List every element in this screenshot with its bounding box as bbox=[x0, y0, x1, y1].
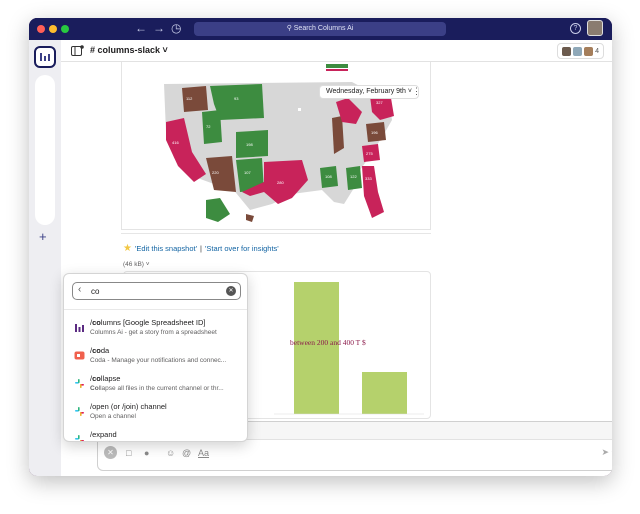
minimize-window-dot[interactable] bbox=[49, 25, 57, 33]
channel-header: # columns-slack ˅ 4 bbox=[61, 40, 612, 62]
command-search-query[interactable]: co bbox=[91, 287, 99, 296]
state-value-label: 112 bbox=[186, 96, 193, 101]
state-value-label: 280 bbox=[277, 180, 284, 185]
sidebar-toggle-icon[interactable] bbox=[71, 45, 84, 57]
search-icon: ⚲ bbox=[286, 25, 294, 32]
link-separator: | bbox=[200, 244, 202, 253]
command-description: Coda - Manage your notifications and con… bbox=[90, 357, 227, 364]
back-chevron-icon[interactable]: ‹ bbox=[78, 284, 81, 295]
coda-app-icon bbox=[74, 351, 85, 360]
state-az bbox=[206, 156, 236, 192]
state-value-label: 333 bbox=[365, 176, 372, 181]
mention-icon[interactable]: @ bbox=[182, 448, 191, 458]
history-clock-icon[interactable]: ◷ bbox=[171, 21, 181, 35]
legend-swatch bbox=[326, 64, 348, 68]
clear-search-icon[interactable]: ✕ bbox=[226, 286, 236, 296]
command-description: Open a channel bbox=[90, 413, 136, 420]
start-over-link[interactable]: 'Start over for insights' bbox=[205, 244, 279, 253]
state-value-label: 198 bbox=[246, 142, 253, 147]
state-value-label: 196 bbox=[371, 130, 378, 135]
state-value-label: 416 bbox=[172, 140, 179, 145]
state-fl bbox=[362, 166, 384, 218]
workspace-sidebar: + bbox=[29, 40, 61, 476]
command-title: /columns [Google Spreadsheet ID] bbox=[90, 318, 206, 327]
command-search-field[interactable]: ‹ co ✕ bbox=[72, 282, 241, 300]
state-value-label: 72 bbox=[206, 124, 211, 129]
command-description: Collapse all files in the current channe… bbox=[90, 385, 224, 392]
member-avatar bbox=[562, 46, 572, 56]
add-workspace-plus-icon[interactable]: + bbox=[39, 229, 47, 244]
star-icon: ★ bbox=[123, 243, 132, 254]
state-value-label: 275 bbox=[366, 151, 373, 156]
state-ak bbox=[206, 198, 230, 222]
command-title: /collapse bbox=[90, 374, 121, 383]
microphone-icon[interactable]: ● bbox=[144, 448, 149, 458]
search-placeholder: Search Columns Ai bbox=[293, 25, 354, 32]
close-window-dot[interactable] bbox=[37, 25, 45, 33]
file-size-label[interactable]: (46 kB) ˅ bbox=[123, 261, 150, 268]
member-count: 4 bbox=[595, 47, 599, 55]
channel-title[interactable]: # columns-slack ˅ bbox=[90, 45, 168, 55]
slash-command-popup: ‹ co ✕ /columns [Google Spreadsheet ID] … bbox=[63, 273, 248, 442]
members-button[interactable]: 4 bbox=[557, 43, 604, 59]
member-avatar bbox=[573, 46, 583, 56]
chevron-down-icon: ˅ bbox=[611, 451, 612, 457]
state-value-label: 93 bbox=[234, 96, 239, 101]
command-title: /coda bbox=[90, 346, 110, 355]
send-icon[interactable]: ➤ ˅ bbox=[601, 447, 612, 458]
state-value-label: 122 bbox=[350, 174, 357, 179]
date-selector[interactable]: Wednesday, February 9th ˅ bbox=[319, 85, 419, 99]
command-item-coda[interactable]: /coda Coda - Manage your notifications a… bbox=[64, 342, 247, 370]
state-id bbox=[202, 110, 222, 144]
command-item-open-channel[interactable]: /open (or /join) channel Open a channel bbox=[64, 398, 247, 426]
workspace-icon[interactable] bbox=[34, 46, 56, 68]
command-description: Columns Ai - get a story from a spreadsh… bbox=[90, 329, 217, 336]
slack-app-icon bbox=[75, 379, 84, 388]
back-arrow-icon[interactable]: ← bbox=[135, 21, 147, 35]
bar-large bbox=[294, 282, 339, 414]
emoji-icon[interactable]: ☺ bbox=[166, 448, 175, 458]
state-value-label: 220 bbox=[212, 170, 219, 175]
global-search-bar[interactable]: ⚲ Search Columns Ai bbox=[194, 22, 446, 36]
zoom-window-dot[interactable] bbox=[61, 25, 69, 33]
video-icon[interactable]: □ bbox=[126, 448, 131, 458]
bar-small bbox=[362, 372, 407, 414]
help-icon[interactable]: ? bbox=[570, 23, 581, 34]
title-bar: ← → ◷ ⚲ Search Columns Ai ? bbox=[29, 18, 612, 40]
columns-app-icon bbox=[75, 324, 84, 332]
command-item-collapse[interactable]: /collapse Collapse all files in the curr… bbox=[64, 370, 247, 398]
command-item-expand[interactable]: /expand bbox=[64, 426, 247, 441]
state-value-label: 327 bbox=[376, 100, 383, 105]
chevron-down-icon: ˅ bbox=[145, 261, 150, 268]
user-avatar[interactable] bbox=[587, 20, 603, 36]
chart-overlay-text: between 200 and 400 T $ bbox=[290, 338, 366, 347]
command-item-columns[interactable]: /columns [Google Spreadsheet ID] Columns… bbox=[64, 314, 247, 342]
legend-swatch bbox=[326, 69, 348, 71]
member-avatar bbox=[584, 46, 594, 56]
command-title: /open (or /join) channel bbox=[90, 402, 167, 411]
close-icon[interactable]: ✕ bbox=[104, 446, 117, 459]
edit-snapshot-link[interactable]: 'Edit this snapshot' bbox=[135, 244, 197, 253]
slack-app-icon bbox=[75, 435, 84, 441]
formatting-icon[interactable]: Aa bbox=[198, 448, 209, 458]
state-value-label: 107 bbox=[244, 170, 251, 175]
slack-app-icon bbox=[75, 407, 84, 416]
channel-list-pill bbox=[35, 75, 55, 225]
more-options-icon[interactable]: ⋮ bbox=[412, 86, 421, 97]
command-title: /expand bbox=[90, 430, 117, 439]
columns-logo-icon bbox=[40, 53, 50, 61]
forward-arrow-icon[interactable]: → bbox=[153, 21, 165, 35]
message-divider bbox=[121, 233, 431, 234]
popup-divider bbox=[64, 309, 247, 310]
map-gap bbox=[298, 108, 301, 111]
chevron-down-icon: ˅ bbox=[162, 45, 168, 55]
state-value-label: 108 bbox=[325, 174, 332, 179]
state-hi bbox=[246, 214, 254, 222]
snapshot-links: ★ 'Edit this snapshot' | 'Start over for… bbox=[123, 243, 279, 254]
